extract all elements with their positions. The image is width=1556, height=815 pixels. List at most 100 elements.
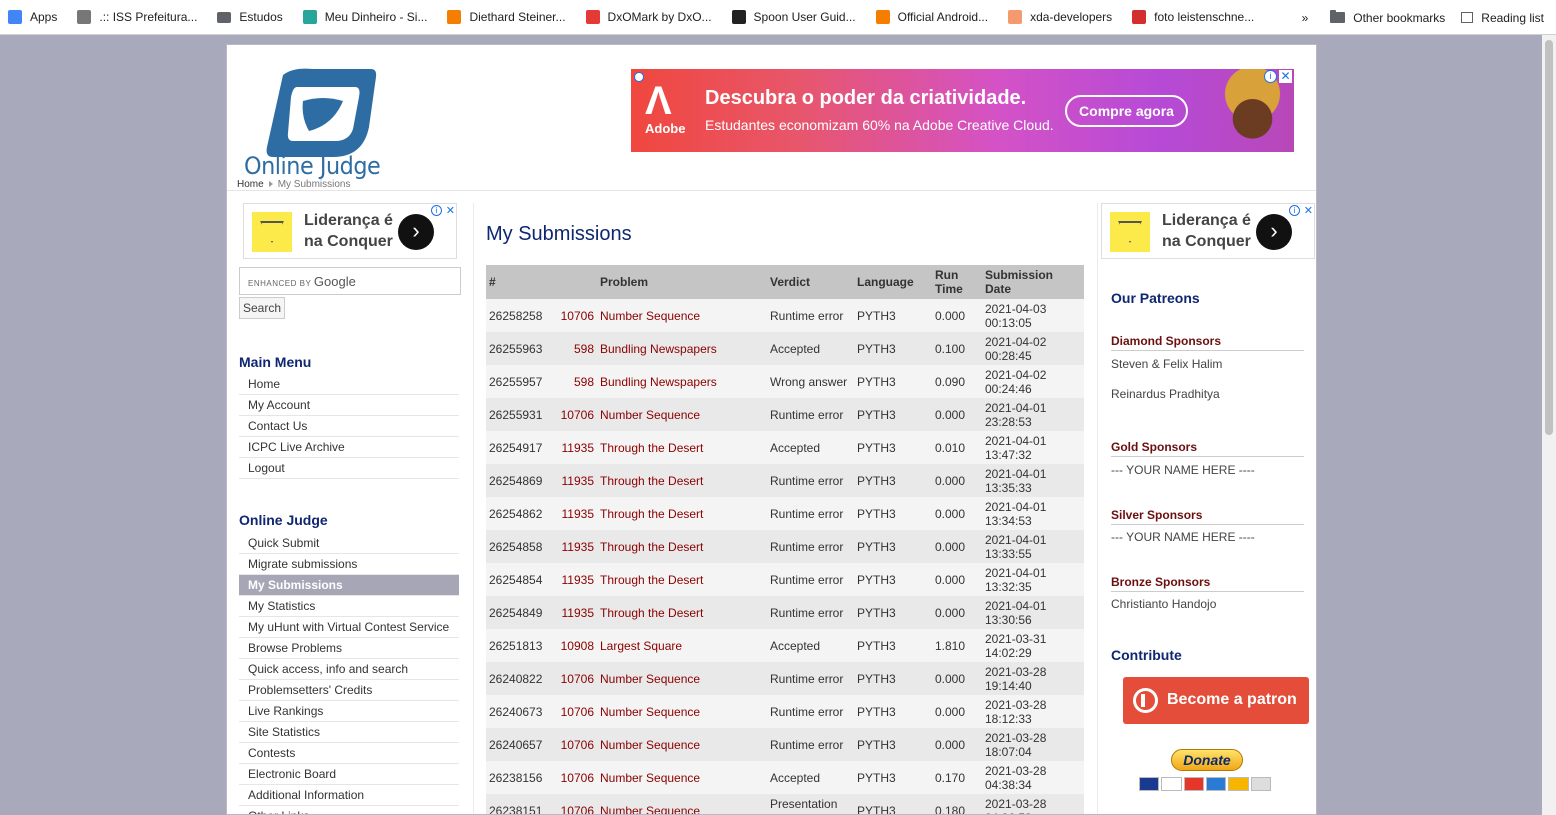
problem-name-link[interactable]: Through the Desert xyxy=(597,431,767,464)
problem-name-link[interactable]: Number Sequence xyxy=(597,398,767,431)
problem-name-link[interactable]: Number Sequence xyxy=(597,299,767,332)
problem-name-link[interactable]: Bundling Newspapers xyxy=(597,365,767,398)
problem-id-link[interactable]: 10706 xyxy=(557,794,597,814)
oj-menu-item-problemsetters-credits[interactable]: Problemsetters' Credits xyxy=(239,680,459,701)
column-header-submission-date[interactable]: Submission Date xyxy=(982,265,1084,299)
reading-list-button[interactable]: Reading list xyxy=(1453,0,1556,35)
problem-id-link[interactable]: 11935 xyxy=(557,530,597,563)
problem-id-link[interactable]: 10706 xyxy=(557,299,597,332)
bookmark-item[interactable]: Apps xyxy=(0,0,69,35)
main-menu-item-home[interactable]: Home xyxy=(239,374,459,395)
column-header-verdict[interactable]: Verdict xyxy=(767,265,854,299)
ad-info-icon[interactable]: i xyxy=(431,205,442,216)
logo-text: Online Judge xyxy=(244,152,381,180)
search-input[interactable]: ENHANCED BY Google xyxy=(239,267,461,295)
ad-close-icon[interactable]: ✕ xyxy=(1279,70,1292,83)
problem-name-link[interactable]: Through the Desert xyxy=(597,563,767,596)
problem-id-link[interactable]: 598 xyxy=(557,332,597,365)
problem-name-link[interactable]: Through the Desert xyxy=(597,596,767,629)
problem-id-link[interactable]: 11935 xyxy=(557,497,597,530)
donate-button[interactable]: Donate xyxy=(1171,749,1243,771)
ad-info-icon[interactable]: i xyxy=(1264,70,1277,83)
right-side-ad[interactable]: Liderança é na Conquer › i ✕ xyxy=(1101,203,1315,259)
bookmark-item[interactable]: Meu Dinheiro - Si... xyxy=(295,0,440,35)
oj-menu-item-browse-problems[interactable]: Browse Problems xyxy=(239,638,459,659)
main-menu-item-logout[interactable]: Logout xyxy=(239,458,459,479)
problem-id-link[interactable]: 10908 xyxy=(557,629,597,662)
problem-name-link[interactable]: Through the Desert xyxy=(597,530,767,563)
page-scrollbar[interactable] xyxy=(1542,35,1556,815)
oj-menu-item-my-uhunt-with-virtual-contest-service[interactable]: My uHunt with Virtual Contest Service xyxy=(239,617,459,638)
become-patron-button[interactable]: Become a patron xyxy=(1123,677,1309,724)
ad-arrow-icon[interactable]: › xyxy=(1256,214,1292,250)
main-menu-item-my-account[interactable]: My Account xyxy=(239,395,459,416)
problem-name-link[interactable]: Through the Desert xyxy=(597,464,767,497)
oj-menu-item-migrate-submissions[interactable]: Migrate submissions xyxy=(239,554,459,575)
other-bookmarks-button[interactable]: Other bookmarks xyxy=(1322,0,1453,35)
run-time: 0.000 xyxy=(932,563,982,596)
problem-id-link[interactable]: 10706 xyxy=(557,728,597,761)
oj-menu-item-my-statistics[interactable]: My Statistics xyxy=(239,596,459,617)
oj-menu-item-quick-access-info-and-search[interactable]: Quick access, info and search xyxy=(239,659,459,680)
column-header-language[interactable]: Language xyxy=(854,265,932,299)
oj-menu-item-my-submissions[interactable]: My Submissions xyxy=(239,575,459,596)
submission-id: 26254869 xyxy=(486,464,557,497)
problem-name-link[interactable]: Number Sequence xyxy=(597,662,767,695)
bookmark-item[interactable]: .:: ISS Prefeitura... xyxy=(69,0,209,35)
problem-name-link[interactable]: Largest Square xyxy=(597,629,767,662)
ad-arrow-icon[interactable]: › xyxy=(398,214,434,250)
scrollbar-thumb[interactable] xyxy=(1545,40,1553,435)
oj-menu-item-electronic-board[interactable]: Electronic Board xyxy=(239,764,459,785)
problem-id-link[interactable]: 11935 xyxy=(557,596,597,629)
problem-id-link[interactable]: 10706 xyxy=(557,398,597,431)
bookmark-item[interactable]: foto leistenschne... xyxy=(1124,0,1266,35)
bookmark-item[interactable]: Spoon User Guid... xyxy=(724,0,868,35)
problem-id-link[interactable]: 11935 xyxy=(557,464,597,497)
bookmark-item[interactable]: Estudos xyxy=(209,0,294,35)
top-banner-ad[interactable]: Λ Adobe Descubra o poder da criatividade… xyxy=(631,69,1294,152)
problem-id-link[interactable]: 11935 xyxy=(557,431,597,464)
bookmark-item[interactable]: DxOMark by DxO... xyxy=(578,0,724,35)
column-header-problem[interactable]: Problem xyxy=(597,265,767,299)
problem-name-link[interactable]: Number Sequence xyxy=(597,794,767,814)
left-side-ad[interactable]: Liderança é na Conquer › i ✕ xyxy=(243,203,457,259)
run-time: 0.100 xyxy=(932,332,982,365)
main-menu: Home My Account Contact Us ICPC Live Archiv… xyxy=(239,374,459,479)
problem-id-link[interactable]: 10706 xyxy=(557,695,597,728)
main-menu-item-icpc-live-archive[interactable]: ICPC Live Archive xyxy=(239,437,459,458)
header-divider xyxy=(227,190,1316,191)
main-menu-item-contact-us[interactable]: Contact Us xyxy=(239,416,459,437)
ad-subline: Estudantes economizam 60% na Adobe Creat… xyxy=(705,117,1054,133)
problem-id-link[interactable]: 11935 xyxy=(557,563,597,596)
online-judge-menu: Quick Submit Migrate submissions My Submis… xyxy=(239,533,459,814)
breadcrumb-home-link[interactable]: Home xyxy=(237,179,264,190)
run-time: 0.000 xyxy=(932,464,982,497)
bookmark-item[interactable]: Diethard Steiner... xyxy=(439,0,577,35)
bookmark-item[interactable]: xda-developers xyxy=(1000,0,1124,35)
oj-menu-item-contests[interactable]: Contests xyxy=(239,743,459,764)
oj-menu-item-live-rankings[interactable]: Live Rankings xyxy=(239,701,459,722)
ad-info-icon[interactable]: i xyxy=(1289,205,1300,216)
bookmark-item[interactable]: Official Android... xyxy=(868,0,1001,35)
column-header-run-time[interactable]: Run Time xyxy=(932,265,982,299)
problem-name-link[interactable]: Bundling Newspapers xyxy=(597,332,767,365)
oj-menu-item-other-links[interactable]: Other Links xyxy=(239,806,459,814)
problem-id-link[interactable]: 598 xyxy=(557,365,597,398)
search-button[interactable]: Search xyxy=(239,297,285,319)
problem-id-link[interactable]: 10706 xyxy=(557,761,597,794)
oj-menu-item-quick-submit[interactable]: Quick Submit xyxy=(239,533,459,554)
submission-date: 2021-03-28 04:38:34 xyxy=(982,761,1084,794)
problem-name-link[interactable]: Through the Desert xyxy=(597,497,767,530)
ad-close-icon[interactable]: ✕ xyxy=(1304,204,1313,217)
problem-name-link[interactable]: Number Sequence xyxy=(597,761,767,794)
ad-cta-button[interactable]: Compre agora xyxy=(1065,95,1188,127)
problem-name-link[interactable]: Number Sequence xyxy=(597,728,767,761)
oj-menu-item-site-statistics[interactable]: Site Statistics xyxy=(239,722,459,743)
submission-id: 26240657 xyxy=(486,728,557,761)
problem-name-link[interactable]: Number Sequence xyxy=(597,695,767,728)
problem-id-link[interactable]: 10706 xyxy=(557,662,597,695)
bookmarks-overflow-button[interactable]: » xyxy=(1288,0,1323,35)
oj-menu-item-additional-information[interactable]: Additional Information xyxy=(239,785,459,806)
language: PYTH3 xyxy=(854,530,932,563)
ad-close-icon[interactable]: ✕ xyxy=(446,204,455,217)
